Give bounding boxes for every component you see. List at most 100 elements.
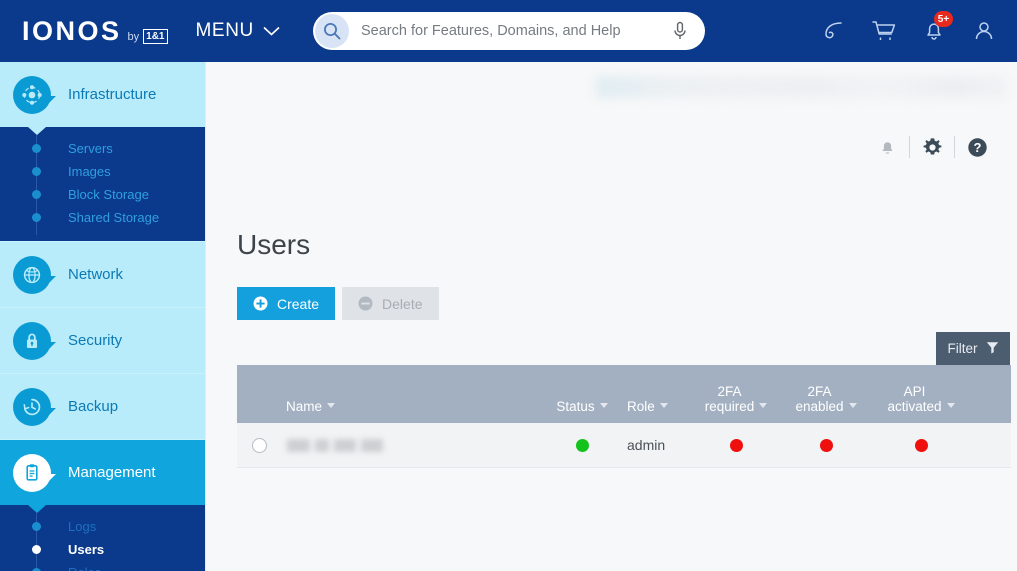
column-header-2fa-enabled[interactable]: 2FA enabled <box>781 384 871 423</box>
sidebar-item-network[interactable]: Network <box>0 242 205 307</box>
user-icon[interactable] <box>959 0 1009 62</box>
cell-api-activated <box>871 439 971 452</box>
sidebar-label-logs: Logs <box>68 519 96 534</box>
table-header-row: Name Status Role 2FA requi <box>237 365 1011 423</box>
bullet-icon <box>32 545 41 554</box>
search-bar[interactable] <box>313 12 705 50</box>
sidebar-label-images: Images <box>68 164 111 179</box>
sidebar-label-block-storage: Block Storage <box>68 187 149 202</box>
plus-circle-icon <box>253 296 268 311</box>
column-label-line2: activated <box>887 399 941 414</box>
clipboard-icon <box>13 454 51 492</box>
caret-down-icon <box>327 396 335 411</box>
sidebar-item-logs[interactable]: Logs <box>0 515 205 538</box>
delete-button-label: Delete <box>382 296 422 312</box>
delete-button[interactable]: Delete <box>342 287 438 320</box>
bullet-icon <box>32 144 41 153</box>
row-select-radio[interactable] <box>252 438 267 453</box>
sidebar-group-network: Network <box>0 242 205 308</box>
top-bar-icon-group: 5+ <box>809 0 1009 62</box>
bullet-icon <box>32 213 41 222</box>
filter-label: Filter <box>948 341 978 356</box>
main-content-area: ? Users Create Delete <box>205 62 1017 571</box>
sidebar-label-management: Management <box>68 464 156 481</box>
sidebar-item-roles[interactable]: Roles <box>0 561 205 571</box>
brand-logo[interactable]: IONOS by 1&1 <box>22 16 168 47</box>
sidebar-label-servers: Servers <box>68 141 113 156</box>
column-label-status: Status <box>556 399 594 414</box>
filter-button[interactable]: Filter <box>936 332 1010 365</box>
column-label-2fa-enabled: 2FA enabled <box>795 384 843 414</box>
column-header-status[interactable]: Status <box>537 396 627 423</box>
cell-2fa-enabled <box>781 439 871 452</box>
top-navigation-bar: IONOS by 1&1 MENU <box>0 0 1017 62</box>
sidebar-item-block-storage[interactable]: Block Storage <box>0 183 205 206</box>
column-label-role: Role <box>627 399 655 414</box>
users-table: Name Status Role 2FA requi <box>237 365 1011 468</box>
cell-name <box>237 438 537 453</box>
chevron-down-icon <box>263 20 280 42</box>
column-label-2fa-required: 2FA required <box>705 384 755 414</box>
sidebar-item-images[interactable]: Images <box>0 160 205 183</box>
clock-restore-icon <box>13 388 51 426</box>
table-row[interactable]: admin <box>237 423 1011 468</box>
create-button[interactable]: Create <box>237 287 335 320</box>
phone-icon[interactable] <box>809 0 859 62</box>
sidebar-item-security[interactable]: Security <box>0 308 205 373</box>
breadcrumb <box>596 76 1006 98</box>
bell-icon[interactable]: 5+ <box>909 0 959 62</box>
sidebar-label-backup: Backup <box>68 398 118 415</box>
search-input[interactable] <box>361 23 663 39</box>
sidebar-item-management[interactable]: Management <box>0 440 205 505</box>
column-header-role[interactable]: Role <box>627 396 691 423</box>
menu-dropdown-button[interactable]: MENU <box>196 20 280 42</box>
page-tool-icons: ? <box>865 130 999 164</box>
brand-by-text: by <box>128 31 140 43</box>
microphone-icon[interactable] <box>663 21 697 41</box>
column-label-line2: required <box>705 399 755 414</box>
help-icon[interactable]: ? <box>955 130 999 164</box>
menu-label: MENU <box>196 20 254 42</box>
sidebar-submenu-infrastructure: Servers Images Block Storage Shared Stor… <box>0 127 205 241</box>
sidebar-group-backup: Backup <box>0 374 205 440</box>
column-label-line1: 2FA <box>807 384 831 399</box>
gear-icon[interactable] <box>910 130 954 164</box>
status-dot-red <box>820 439 833 452</box>
funnel-icon <box>978 341 999 357</box>
column-header-name[interactable]: Name <box>237 396 537 423</box>
sidebar-item-users[interactable]: Users <box>0 538 205 561</box>
bell-icon[interactable] <box>865 130 909 164</box>
sidebar-label-infrastructure: Infrastructure <box>68 86 156 103</box>
status-dot-green <box>576 439 589 452</box>
column-label-line1: API <box>904 384 926 399</box>
sidebar-item-infrastructure[interactable]: Infrastructure <box>0 62 205 127</box>
sidebar-group-security: Security <box>0 308 205 374</box>
sidebar-label-roles: Roles <box>68 565 101 571</box>
column-header-api-activated[interactable]: API activated <box>871 384 971 423</box>
caret-down-icon <box>947 396 955 411</box>
sidebar-label-network: Network <box>68 266 123 283</box>
bullet-icon <box>32 167 41 176</box>
user-name-redacted <box>287 439 383 452</box>
caret-down-icon <box>759 396 767 411</box>
caret-down-icon <box>600 396 608 411</box>
sidebar-navigation: Infrastructure Servers Images Block Stor… <box>0 62 205 571</box>
bullet-icon <box>32 190 41 199</box>
cell-2fa-required <box>691 439 781 452</box>
cart-icon[interactable] <box>859 0 909 62</box>
column-label-name: Name <box>286 399 322 414</box>
column-label-line2: enabled <box>795 399 843 414</box>
sidebar-group-management: Management Logs Users Roles <box>0 440 205 571</box>
column-header-2fa-required[interactable]: 2FA required <box>691 384 781 423</box>
sidebar-item-shared-storage[interactable]: Shared Storage <box>0 206 205 229</box>
status-dot-red <box>915 439 928 452</box>
infrastructure-icon <box>13 76 51 114</box>
sidebar-item-backup[interactable]: Backup <box>0 374 205 439</box>
sidebar-label-users: Users <box>68 542 104 557</box>
search-icon <box>315 14 349 48</box>
caret-down-icon <box>660 396 668 411</box>
svg-text:?: ? <box>973 140 981 155</box>
status-dot-red <box>730 439 743 452</box>
brand-partner-badge: 1&1 <box>143 29 167 44</box>
sidebar-item-servers[interactable]: Servers <box>0 137 205 160</box>
